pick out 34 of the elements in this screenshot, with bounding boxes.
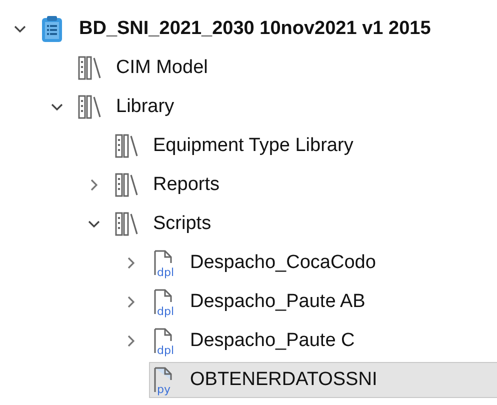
file-type-label: dpl xyxy=(157,306,174,316)
item-label: Despacho_Paute C xyxy=(190,330,355,352)
item-label: Scripts xyxy=(153,212,212,234)
file-type-label: dpl xyxy=(157,344,174,356)
item-label: CIM Model xyxy=(116,56,208,78)
tree-item[interactable]: CIM Model xyxy=(75,50,497,86)
item-label: Despacho_Paute AB xyxy=(190,290,366,312)
item-label: Despacho_CocaCodo xyxy=(190,252,376,274)
tree-item[interactable]: BD_SNI_2021_2030 10nov2021 v1 2015 xyxy=(38,10,497,46)
file-icon xyxy=(152,326,174,354)
library-icon xyxy=(115,132,139,158)
tree-item[interactable]: Reports xyxy=(112,166,497,202)
file-icon xyxy=(152,248,174,276)
item-label: Reports xyxy=(153,174,220,196)
tree-item[interactable]: dpl Despacho_Paute AB xyxy=(149,284,497,320)
item-label: BD_SNI_2021_2030 10nov2021 v1 2015 xyxy=(79,18,431,40)
library-icon xyxy=(115,172,139,198)
file-icon xyxy=(152,288,174,316)
library-icon xyxy=(78,54,102,80)
item-label: Equipment Type Library xyxy=(153,134,354,156)
tree-item[interactable]: dpl Despacho_Paute C xyxy=(149,322,497,358)
tree-item[interactable]: py OBTENERDATOSSNI xyxy=(149,362,497,398)
item-label: OBTENERDATOSSNI xyxy=(190,368,378,390)
library-icon xyxy=(115,210,139,236)
tree-item[interactable]: Scripts xyxy=(112,206,497,242)
tree-item[interactable]: Equipment Type Library xyxy=(112,128,497,164)
clipboard-icon xyxy=(41,14,63,42)
file-type-label: py xyxy=(157,384,170,394)
tree-item[interactable]: dpl Despacho_CocaCodo xyxy=(149,244,497,280)
library-icon xyxy=(78,94,102,120)
file-type-label: dpl xyxy=(157,266,174,278)
file-icon xyxy=(152,366,174,394)
tree-item[interactable]: Library xyxy=(75,88,497,124)
item-label: Library xyxy=(116,96,174,118)
